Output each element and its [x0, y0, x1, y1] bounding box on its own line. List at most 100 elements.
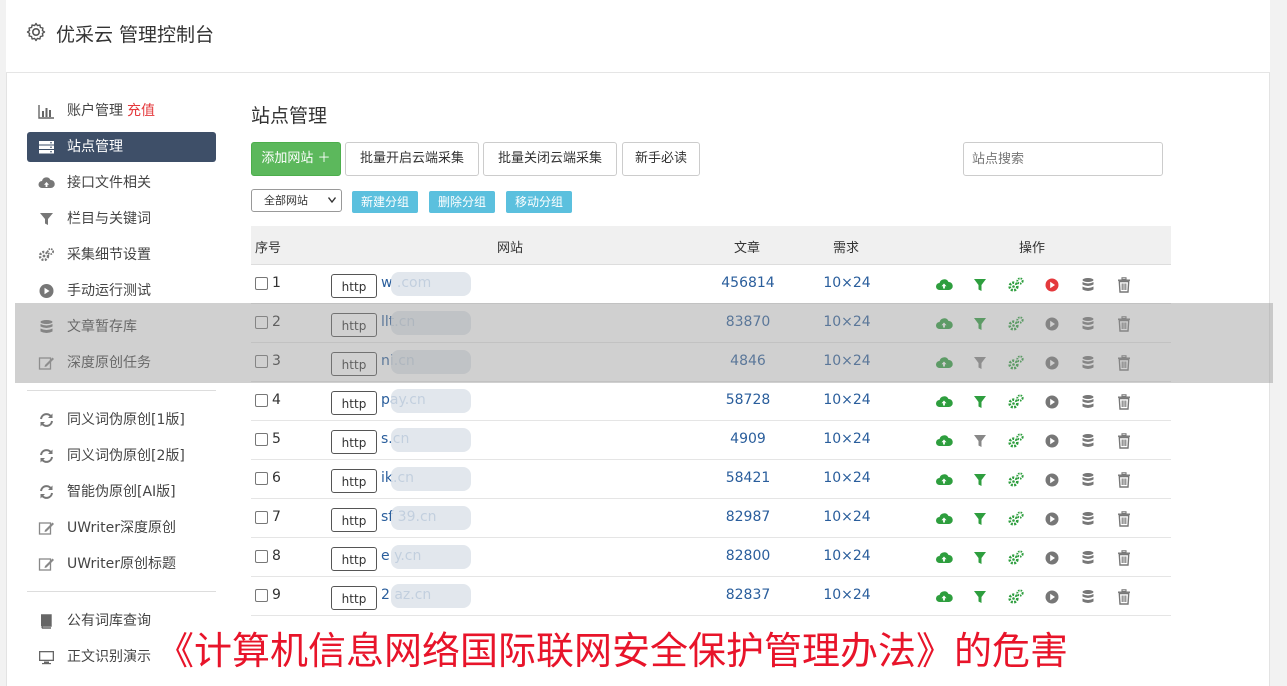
- row-checkbox[interactable]: [255, 511, 268, 524]
- sidebar-item-article-storage[interactable]: 文章暂存库: [27, 309, 216, 345]
- new-group-button[interactable]: 新建分组: [352, 191, 419, 213]
- play-icon[interactable]: [1043, 510, 1061, 528]
- demand-link[interactable]: 10×24: [797, 509, 897, 525]
- cloud-upload-icon[interactable]: [935, 510, 953, 528]
- article-count-link[interactable]: 4909: [698, 431, 798, 447]
- trash-icon[interactable]: [1115, 276, 1133, 294]
- trash-icon[interactable]: [1115, 510, 1133, 528]
- database-icon[interactable]: [1079, 432, 1097, 450]
- play-icon[interactable]: [1043, 471, 1061, 489]
- article-count-link[interactable]: 82837: [698, 587, 798, 603]
- protocol-badge[interactable]: http: [331, 352, 377, 376]
- article-count-link[interactable]: 83870: [698, 314, 798, 330]
- cogs-icon[interactable]: [1007, 549, 1025, 567]
- filter-icon[interactable]: [971, 471, 989, 489]
- protocol-badge[interactable]: http: [331, 391, 377, 415]
- cloud-upload-icon[interactable]: [935, 549, 953, 567]
- demand-link[interactable]: 10×24: [797, 353, 897, 369]
- play-icon[interactable]: [1043, 549, 1061, 567]
- cogs-icon[interactable]: [1007, 315, 1025, 333]
- protocol-badge[interactable]: http: [331, 547, 377, 571]
- cogs-icon[interactable]: [1007, 393, 1025, 411]
- cogs-icon[interactable]: [1007, 510, 1025, 528]
- cloud-upload-icon[interactable]: [935, 276, 953, 294]
- database-icon[interactable]: [1079, 354, 1097, 372]
- site-search-input[interactable]: [963, 142, 1163, 176]
- play-icon[interactable]: [1043, 315, 1061, 333]
- row-checkbox[interactable]: [255, 433, 268, 446]
- demand-link[interactable]: 10×24: [797, 548, 897, 564]
- database-icon[interactable]: [1079, 549, 1097, 567]
- protocol-badge[interactable]: http: [331, 586, 377, 610]
- row-checkbox[interactable]: [255, 550, 268, 563]
- cogs-icon[interactable]: [1007, 276, 1025, 294]
- protocol-badge[interactable]: http: [331, 313, 377, 337]
- batch-enable-cloud-button[interactable]: 批量开启云端采集: [345, 142, 479, 176]
- trash-icon[interactable]: [1115, 588, 1133, 606]
- trash-icon[interactable]: [1115, 432, 1133, 450]
- demand-link[interactable]: 10×24: [797, 392, 897, 408]
- row-checkbox[interactable]: [255, 394, 268, 407]
- sidebar-item-uwriter-deep[interactable]: UWriter深度原创: [27, 510, 216, 546]
- cogs-icon[interactable]: [1007, 432, 1025, 450]
- database-icon[interactable]: [1079, 393, 1097, 411]
- article-count-link[interactable]: 456814: [698, 275, 798, 291]
- article-count-link[interactable]: 58728: [698, 392, 798, 408]
- play-icon[interactable]: [1043, 393, 1061, 411]
- gear-icon[interactable]: [26, 22, 46, 42]
- demand-link[interactable]: 10×24: [797, 431, 897, 447]
- cloud-upload-icon[interactable]: [935, 471, 953, 489]
- cogs-icon[interactable]: [1007, 354, 1025, 372]
- sidebar-item-synonym-v2[interactable]: 同义词伪原创[2版]: [27, 438, 216, 474]
- play-icon[interactable]: [1043, 588, 1061, 606]
- filter-icon[interactable]: [971, 393, 989, 411]
- trash-icon[interactable]: [1115, 354, 1133, 372]
- sidebar-item-interface-files[interactable]: 接口文件相关: [27, 165, 216, 201]
- filter-icon[interactable]: [971, 549, 989, 567]
- protocol-badge[interactable]: http: [331, 508, 377, 532]
- play-icon[interactable]: [1043, 432, 1061, 450]
- demand-link[interactable]: 10×24: [797, 314, 897, 330]
- sidebar-item-account[interactable]: 账户管理 充值: [27, 93, 216, 129]
- sidebar-item-manual-test[interactable]: 手动运行测试: [27, 273, 216, 309]
- sidebar-item-synonym-v1[interactable]: 同义词伪原创[1版]: [27, 402, 216, 438]
- cloud-upload-icon[interactable]: [935, 432, 953, 450]
- database-icon[interactable]: [1079, 588, 1097, 606]
- demand-link[interactable]: 10×24: [797, 587, 897, 603]
- cogs-icon[interactable]: [1007, 471, 1025, 489]
- protocol-badge[interactable]: http: [331, 430, 377, 454]
- trash-icon[interactable]: [1115, 549, 1133, 567]
- cloud-upload-icon[interactable]: [935, 588, 953, 606]
- sidebar-item-uwriter-title[interactable]: UWriter原创标题: [27, 546, 216, 582]
- row-checkbox[interactable]: [255, 277, 268, 290]
- database-icon[interactable]: [1079, 276, 1097, 294]
- filter-icon[interactable]: [971, 315, 989, 333]
- add-site-button[interactable]: 添加网站 ＋: [251, 142, 341, 176]
- delete-group-button[interactable]: 删除分组: [429, 191, 496, 213]
- sidebar-item-collection-settings[interactable]: 采集细节设置: [27, 237, 216, 273]
- sidebar-item-keywords[interactable]: 栏目与关键词: [27, 201, 216, 237]
- cloud-upload-icon[interactable]: [935, 354, 953, 372]
- trash-icon[interactable]: [1115, 315, 1133, 333]
- group-select[interactable]: 全部网站: [251, 189, 342, 212]
- protocol-badge[interactable]: http: [331, 469, 377, 493]
- cloud-upload-icon[interactable]: [935, 315, 953, 333]
- sidebar-item-ai-rewrite[interactable]: 智能伪原创[AI版]: [27, 474, 216, 510]
- recharge-link[interactable]: 充值: [127, 103, 155, 119]
- article-count-link[interactable]: 4846: [698, 353, 798, 369]
- database-icon[interactable]: [1079, 510, 1097, 528]
- row-checkbox[interactable]: [255, 472, 268, 485]
- newbie-guide-button[interactable]: 新手必读: [622, 142, 700, 176]
- cogs-icon[interactable]: [1007, 588, 1025, 606]
- play-icon[interactable]: [1043, 354, 1061, 372]
- filter-icon[interactable]: [971, 354, 989, 372]
- row-checkbox[interactable]: [255, 355, 268, 368]
- protocol-badge[interactable]: http: [331, 274, 377, 298]
- article-count-link[interactable]: 82987: [698, 509, 798, 525]
- database-icon[interactable]: [1079, 315, 1097, 333]
- article-count-link[interactable]: 82800: [698, 548, 798, 564]
- row-checkbox[interactable]: [255, 589, 268, 602]
- cloud-upload-icon[interactable]: [935, 393, 953, 411]
- move-group-button[interactable]: 移动分组: [506, 191, 573, 213]
- filter-icon[interactable]: [971, 276, 989, 294]
